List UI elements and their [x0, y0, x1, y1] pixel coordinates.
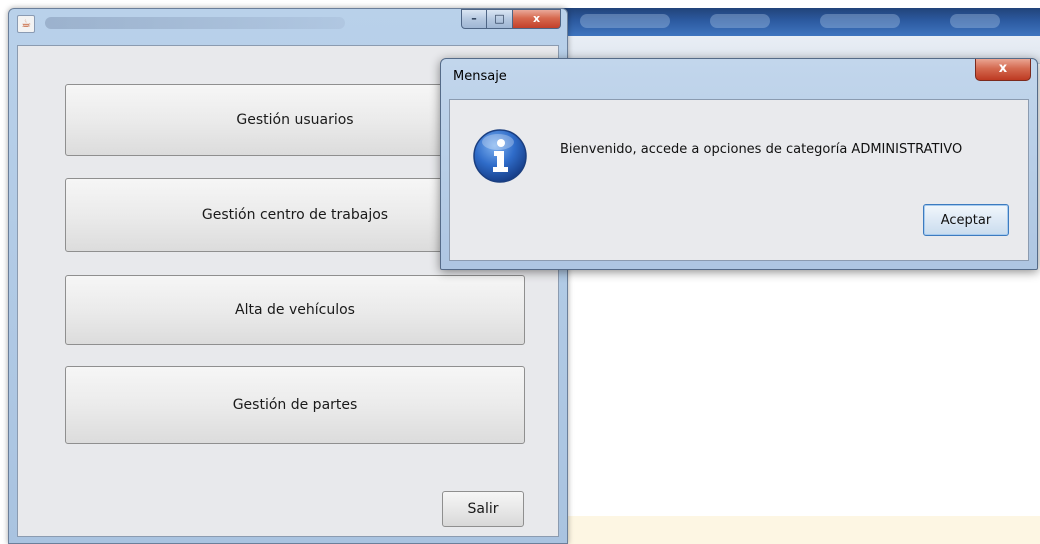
alta-vehiculos-button[interactable]: Alta de vehículos — [65, 275, 525, 345]
aceptar-button[interactable]: Aceptar — [923, 204, 1009, 236]
info-icon — [473, 129, 527, 183]
salir-button[interactable]: Salir — [442, 491, 524, 527]
background-window-footer — [560, 516, 1040, 544]
background-window-titlebar — [560, 8, 1040, 36]
dialog-message: Bienvenido, accede a opciones de categor… — [560, 142, 963, 157]
dialog-body: Bienvenido, accede a opciones de categor… — [449, 99, 1029, 261]
close-button[interactable]: x — [513, 9, 561, 29]
dialog-close-button[interactable]: x — [975, 59, 1031, 81]
window-title-blurred — [45, 17, 345, 29]
dialog-title: Mensaje — [453, 69, 507, 84]
main-window-titlebar[interactable]: ☕ – □ x — [9, 9, 567, 39]
maximize-button[interactable]: □ — [487, 9, 513, 29]
gestion-partes-button[interactable]: Gestión de partes — [65, 366, 525, 444]
window-controls: – □ x — [461, 9, 561, 29]
java-cup-icon: ☕ — [17, 15, 35, 33]
message-dialog: Mensaje x Bienvenido, accede a opciones … — [440, 58, 1038, 270]
minimize-button[interactable]: – — [461, 9, 487, 29]
